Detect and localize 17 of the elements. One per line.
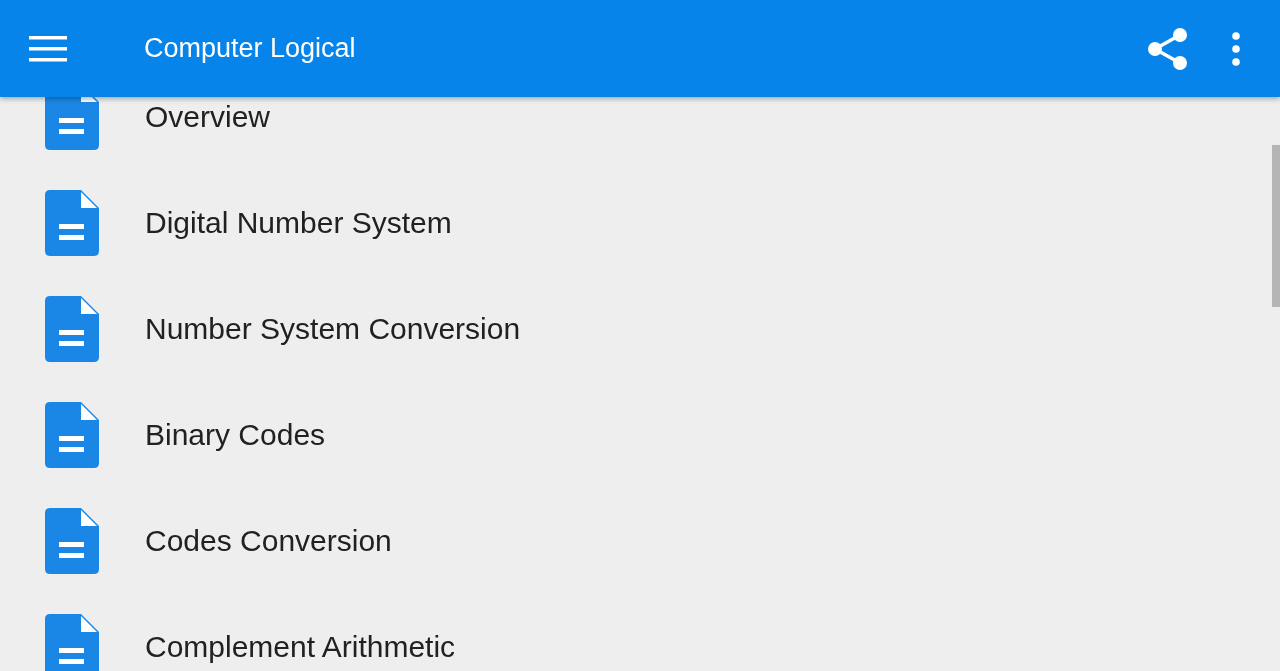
more-icon[interactable] <box>1232 31 1240 66</box>
document-icon <box>45 402 99 468</box>
document-icon <box>45 614 99 671</box>
menu-icon[interactable] <box>29 35 67 62</box>
document-icon <box>45 508 99 574</box>
document-icon <box>45 296 99 362</box>
share-icon[interactable] <box>1148 27 1188 70</box>
topic-item[interactable]: Complement Arithmetic <box>0 594 1272 671</box>
scrollbar[interactable] <box>1272 145 1280 307</box>
topic-item[interactable]: Codes Conversion <box>0 488 1272 594</box>
topic-item[interactable]: Overview <box>0 97 1272 170</box>
topic-item[interactable]: Number System Conversion <box>0 276 1272 382</box>
document-icon <box>45 97 99 150</box>
topic-item[interactable]: Binary Codes <box>0 382 1272 488</box>
document-icon <box>45 190 99 256</box>
topic-item[interactable]: Digital Number System <box>0 170 1272 276</box>
app-title: Computer Logical <box>144 33 357 64</box>
